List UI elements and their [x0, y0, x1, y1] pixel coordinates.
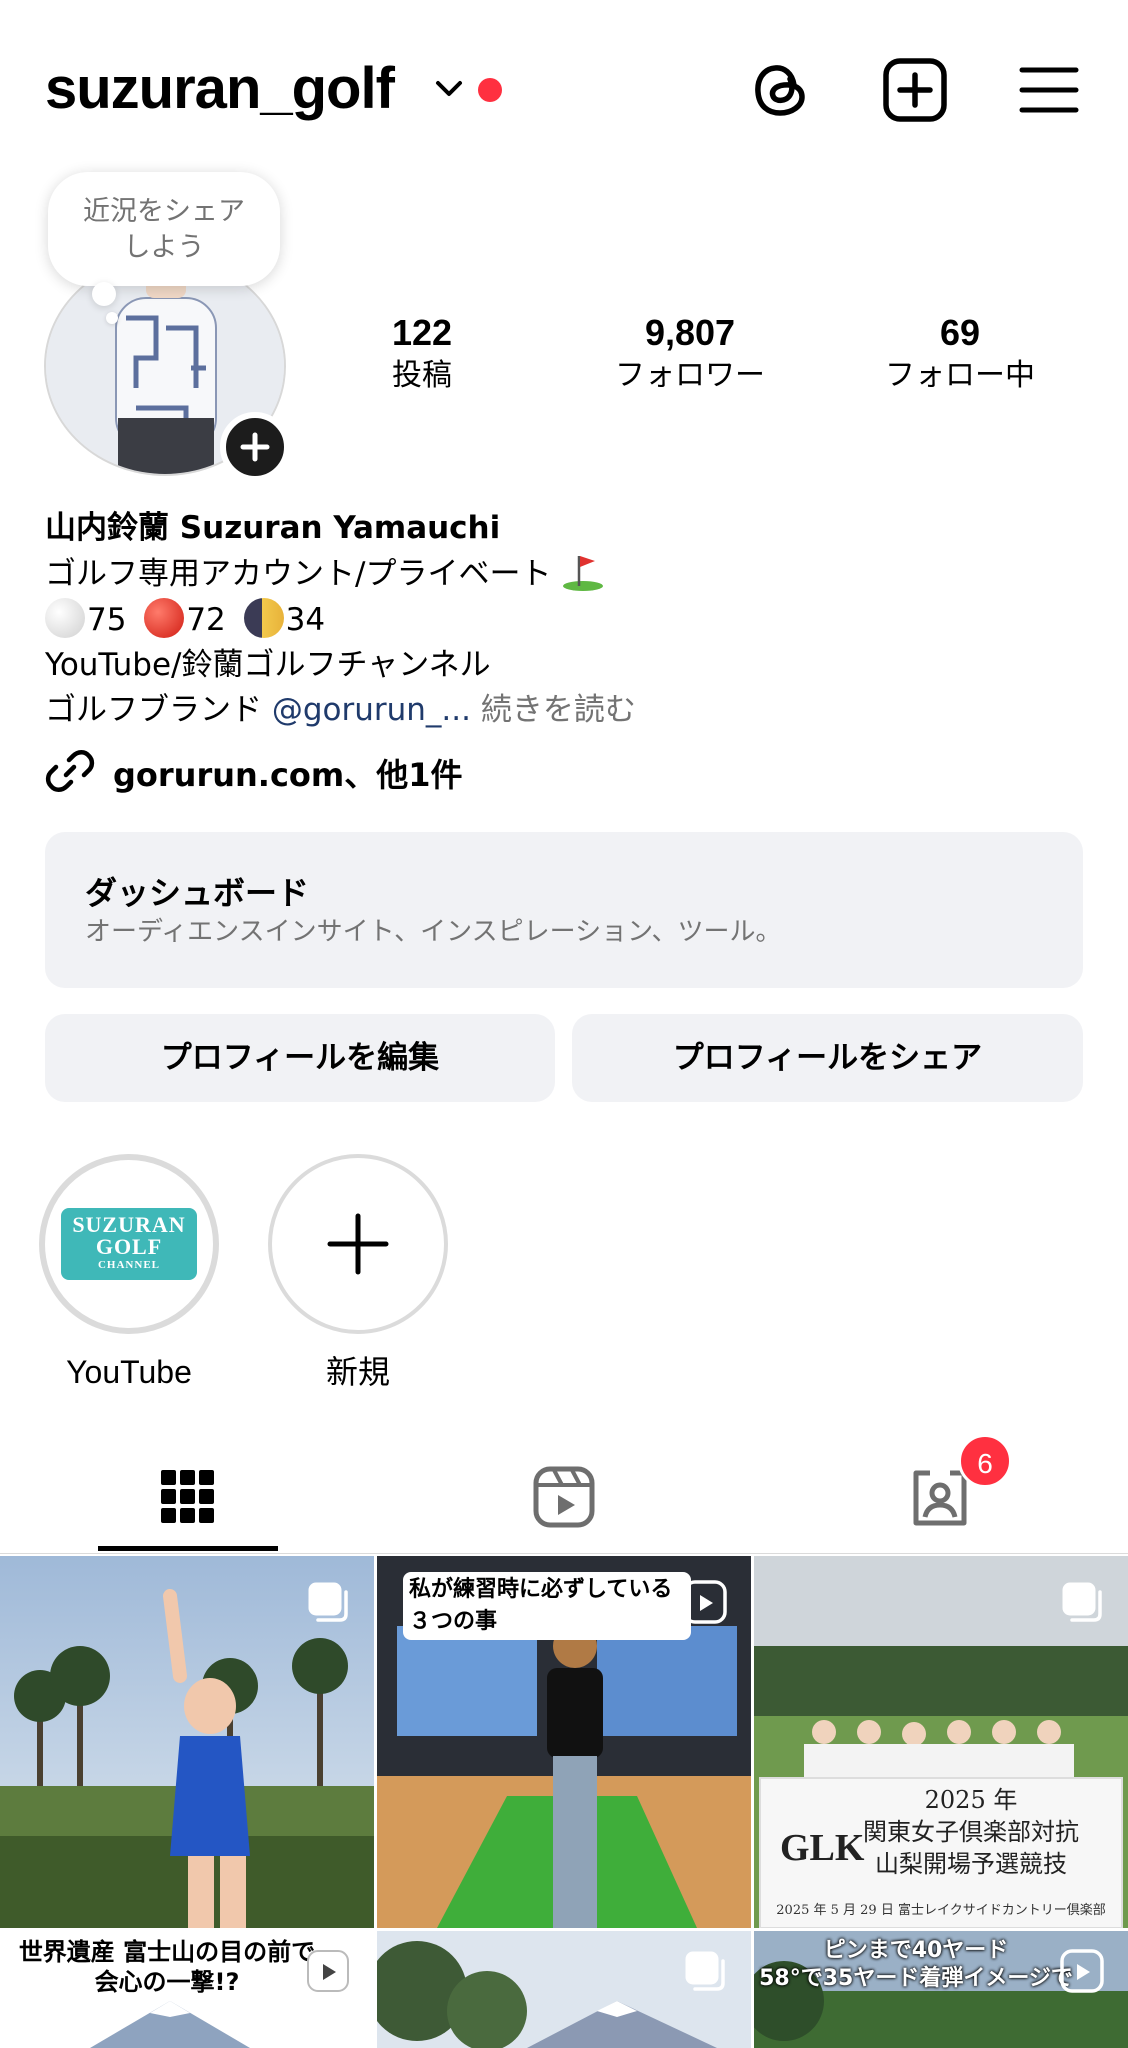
dashboard-title: ダッシュボード — [85, 874, 310, 912]
caption-line2: 会心の一撃!? — [94, 1968, 240, 1996]
carousel-icon — [308, 1582, 348, 1622]
display-name: 山内鈴蘭 Suzuran Yamauchi — [45, 510, 501, 546]
chevron-down-icon[interactable] — [432, 72, 466, 106]
red-circle-icon — [144, 598, 185, 638]
note-bubble-tail-small — [106, 312, 118, 324]
bio-line-2-c: 34 — [285, 602, 326, 638]
note-bubble[interactable]: 近況をシェア しよう — [48, 172, 280, 286]
reel-icon — [683, 1580, 727, 1624]
logo-line1: SUZURAN — [72, 1212, 186, 1237]
new-highlight-button[interactable]: 新規 — [268, 1154, 448, 1394]
posts-count-value: 122 — [391, 312, 453, 353]
suzuran-golf-channel-logo: SUZURAN GOLF CHANNEL — [61, 1208, 197, 1280]
followers-count-value: 9,807 — [644, 312, 736, 353]
tagged-tab[interactable] — [752, 1440, 1128, 1554]
following-count-value: 69 — [939, 312, 981, 353]
caption-line1: ピンまで40ヤード — [823, 1938, 1009, 1963]
threads-icon[interactable] — [746, 55, 816, 125]
menu-icon[interactable] — [1014, 55, 1084, 125]
bio-line-3: YouTube/鈴蘭ゴルフチャンネル — [45, 647, 491, 683]
highlight-cover: SUZURAN GOLF CHANNEL — [52, 1167, 206, 1321]
reels-icon — [533, 1466, 595, 1528]
post-caption-overlay: 世界遺産 富士山の目の前で 会心の一撃!? — [0, 1937, 334, 1997]
reels-tab[interactable] — [376, 1440, 752, 1554]
notification-dot — [478, 78, 502, 102]
plus-icon — [240, 432, 270, 462]
carousel-icon — [1062, 1582, 1102, 1622]
bio-line-2: 75 72 34 — [45, 598, 1085, 643]
posts-count[interactable]: 122 投稿 — [302, 310, 542, 396]
create-post-icon[interactable] — [880, 55, 950, 125]
dashboard-subtitle: オーディエンスインサイト、インスピレーション、ツール。 — [85, 917, 782, 947]
professional-dashboard[interactable]: ダッシュボード オーディエンスインサイト、インスピレーション、ツール。 — [45, 832, 1083, 988]
post-caption-overlay: ピンまで40ヤード 58°で35ヤード着弾イメージで — [754, 1937, 1078, 1993]
logo-line3: CHANNEL — [97, 1259, 160, 1271]
new-highlight-label: 新規 — [325, 1354, 390, 1390]
grid-tab[interactable] — [0, 1440, 376, 1554]
bio-links[interactable]: gorurun.com、他1件 — [45, 746, 463, 798]
moon-icon — [243, 598, 284, 638]
edit-profile-button[interactable]: プロフィールを編集 — [45, 1014, 555, 1102]
highlight-ring: SUZURAN GOLF CHANNEL — [39, 1154, 219, 1334]
posts-count-label: 投稿 — [392, 358, 452, 393]
bio-line-2-b: 72 — [186, 602, 226, 638]
grid-icon — [161, 1470, 214, 1523]
add-story-button[interactable] — [220, 412, 290, 482]
sign-line4: 2025 年 5 月 29 日 富士レイクサイドカントリー倶楽部 — [776, 1903, 1106, 1918]
golf-flag-icon — [563, 556, 604, 591]
carousel-icon — [685, 1951, 725, 1991]
brand-mention-link[interactable]: @gorurun_... — [272, 692, 471, 728]
plus-icon — [327, 1213, 389, 1275]
bio-link-text[interactable]: gorurun.com、他1件 — [113, 750, 463, 796]
posts-grid: 私が練習時に必ずしている３つの事 GLK 2025 年 関東女子倶楽部対抗 山梨… — [0, 1556, 1128, 2048]
highlight-youtube[interactable]: SUZURAN GOLF CHANNEL YouTube — [39, 1154, 219, 1394]
post-thumbnail[interactable]: GLK 2025 年 関東女子倶楽部対抗 山梨開場予選競技 2025 年 5 月… — [754, 1556, 1128, 1928]
bio-line-2-a: 75 — [87, 602, 127, 638]
read-more-link[interactable]: 続きを読む — [471, 692, 636, 728]
white-circle-icon — [45, 598, 85, 638]
note-bubble-line2: しよう — [123, 232, 205, 263]
following-count-label: フォロー中 — [885, 358, 1035, 393]
bio-line-4: ゴルフブランド @gorurun_... 続きを読む — [45, 688, 1085, 733]
bio-line-1-text: ゴルフ専用アカウント/プライベート — [45, 556, 552, 592]
sign-line3: 山梨開場予選競技 — [875, 1850, 1067, 1878]
post-thumbnail[interactable]: 世界遺産 富士山の目の前で 会心の一撃!? — [0, 1931, 374, 2048]
post-thumbnail[interactable]: ピンまで40ヤード 58°で35ヤード着弾イメージで — [754, 1931, 1128, 2048]
caption-line1: 世界遺産 富士山の目の前で — [18, 1938, 316, 1966]
reel-icon — [307, 1950, 349, 1992]
highlight-label: YouTube — [66, 1354, 192, 1390]
profile-header: suzuran_golf — [0, 0, 1128, 180]
followers-count[interactable]: 9,807 フォロワー — [570, 310, 810, 396]
tagged-count-badge: 6 — [958, 1434, 1012, 1488]
post-caption-overlay: 私が練習時に必ずしている３つの事 — [403, 1572, 691, 1640]
post-thumbnail[interactable]: 私が練習時に必ずしている３つの事 — [377, 1556, 751, 1928]
active-tab-indicator — [98, 1546, 278, 1551]
followers-count-label: フォロワー — [615, 358, 765, 393]
note-bubble-tail — [92, 282, 116, 306]
post-sign-text: 2025 年 関東女子倶楽部対抗 山梨開場予選競技 — [814, 1784, 1128, 1880]
new-highlight-ring — [268, 1154, 448, 1334]
note-bubble-line1: 近況をシェア — [83, 196, 245, 227]
bio-line-1: ゴルフ専用アカウント/プライベート — [45, 552, 1085, 597]
post-thumbnail[interactable] — [377, 1931, 751, 2048]
logo-line2: GOLF — [95, 1234, 163, 1259]
reel-icon — [1060, 1949, 1104, 1993]
bio-line-4-prefix: ゴルフブランド — [45, 692, 272, 728]
username-switcher[interactable]: suzuran_golf — [45, 55, 395, 122]
sign-line2: 関東女子倶楽部対抗 — [863, 1818, 1079, 1846]
sign-line1: 2025 年 — [924, 1786, 1018, 1814]
following-count[interactable]: 69 フォロー中 — [840, 310, 1080, 396]
share-profile-button[interactable]: プロフィールをシェア — [572, 1014, 1083, 1102]
link-icon — [45, 750, 95, 792]
post-thumbnail[interactable] — [0, 1556, 374, 1928]
caption-line2: 58°で35ヤード着弾イメージで — [759, 1966, 1073, 1991]
